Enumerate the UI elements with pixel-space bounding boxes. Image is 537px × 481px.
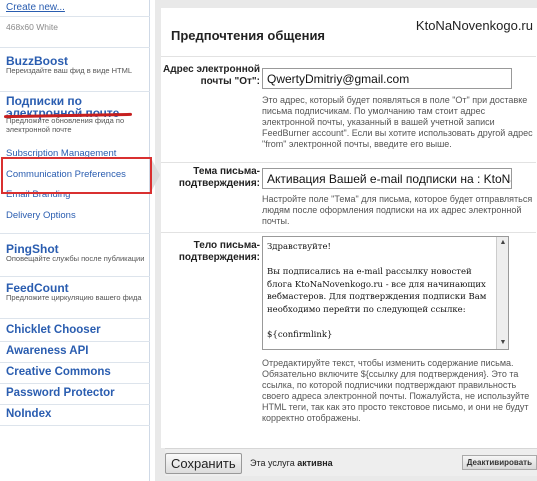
body-label: Тело письма-подтверждения: [178,240,260,263]
divider [0,233,150,234]
divider [0,16,150,17]
divider [161,162,536,163]
subject-input[interactable]: Активация Вашей e-mail подписки на : Kto… [262,168,512,189]
form-footer: Сохранить Эта услуга активна Деактивиров… [165,448,537,476]
subject-label: Тема письма-подтверждения: [178,166,260,189]
divider [161,56,536,57]
from-address-help: Это адрес, который будет появляться в по… [262,95,533,149]
body-help: Отредактируйте текст, чтобы изменить сод… [262,358,530,423]
sidebar-item-creative-commons[interactable]: Creative Commons [6,366,111,378]
divider [0,425,150,426]
divider [0,404,150,405]
textarea-scrollbar[interactable]: ▲ ▼ [496,237,508,349]
from-address-input[interactable]: QwertyDmitriy@gmail.com [262,68,512,89]
settings-form: KtoNaNovenkogo.ru Предпочтения общения А… [161,8,537,448]
feedcount-description: Предложите циркуляцию вашего фида [6,293,142,302]
sidebar: Create new... 468x60 White BuzzBoost Пер… [0,0,150,481]
sidebar-item-password-protector[interactable]: Password Protector [6,387,115,399]
site-watermark: KtoNaNovenkogo.ru [415,18,533,33]
sidebar-item-awareness-api[interactable]: Awareness API [6,345,88,357]
body-textarea[interactable]: Здравствуйте! Вы подписались на e-mail р… [262,236,509,350]
divider [0,362,150,363]
pingshot-description: Оповещайте службы после публикации [6,254,145,263]
service-status-value: активна [297,458,333,468]
main-panel: KtoNaNovenkogo.ru Предпочтения общения А… [155,0,537,481]
scroll-up-icon[interactable]: ▲ [498,238,508,248]
page-title: Предпочтения общения [171,28,326,43]
buzzboost-description: Переиздайте ваш фид в виде HTML [6,66,132,75]
service-status-prefix: Эта услуга [250,458,295,468]
divider [0,91,150,92]
deactivate-button[interactable]: Деактивировать [461,455,537,470]
sidebar-item-delivery-options[interactable]: Delivery Options [6,210,76,221]
divider [0,318,150,319]
sidebar-item-chicklet-chooser[interactable]: Chicklet Chooser [6,324,101,336]
body-text: Здравствуйте! Вы подписались на e-mail р… [267,242,487,340]
subject-help: Настройте поле "Тема" для письма, которо… [262,194,533,226]
badge-size-option[interactable]: 468x60 White [6,22,58,32]
divider [0,383,150,384]
create-new-link[interactable]: Create new... [6,2,65,13]
sidebar-item-noindex[interactable]: NoIndex [6,408,51,420]
from-address-label: Адрес электронной почты "От": [163,64,260,87]
scroll-down-icon[interactable]: ▼ [498,338,508,348]
service-status-text: Эта услуга активна [250,458,333,468]
save-button[interactable]: Сохранить [165,453,242,474]
annotation-highlight-box [1,157,152,194]
divider [0,276,150,277]
settings-panel: KtoNaNovenkogo.ru Предпочтения общения А… [155,0,537,481]
divider [161,232,536,233]
divider [0,341,150,342]
selected-item-arrow-icon [152,160,160,190]
email-description: Предложите обновления фида по электронно… [6,116,125,134]
divider [0,47,150,48]
